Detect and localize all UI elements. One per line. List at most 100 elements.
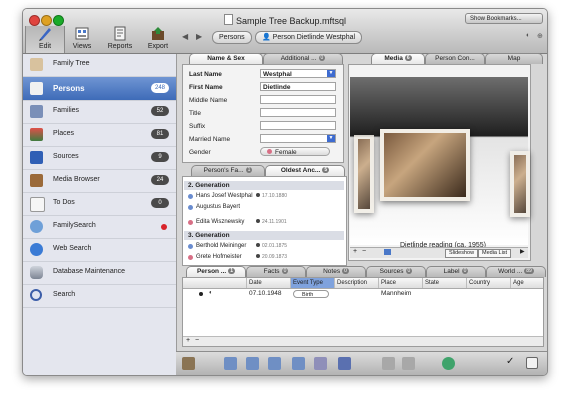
media-coverflow[interactable]: Dietlinde reading (ca. 1955) [350,77,530,249]
sidebar-item-database-maintenance[interactable]: Database Maintenance [23,262,176,285]
tab-facts[interactable]: Facts 0 [246,266,306,277]
tab-media[interactable]: Media 6 [371,53,425,64]
media-thumbnail[interactable] [354,135,374,213]
globe-icon [30,243,43,256]
birth-dot-icon [256,219,260,223]
male-icon [188,194,193,199]
tab-persons-family[interactable]: Person's Fa... 1 [191,165,265,176]
table-row[interactable]: ◐ 07.10.1948 Birth Mannheim [183,289,543,299]
search-family-icon[interactable] [402,357,415,370]
globe-icon[interactable] [442,357,455,370]
tab-notes[interactable]: Notes 0 [306,266,366,277]
last-name-field[interactable]: Westphal ▼ [260,69,336,78]
media-browser-icon [30,174,43,187]
row-action-icons[interactable] [183,278,247,288]
first-name-field[interactable]: Dietlinde [260,82,336,91]
chevron-down-icon[interactable]: ▼ [327,135,335,142]
sidebar-item-web-search[interactable]: Web Search [23,239,176,262]
column-header-age[interactable]: Age [511,278,543,288]
report-icon[interactable] [314,357,327,370]
married-name-label: Married Name [189,136,231,143]
suffix-field[interactable] [260,121,336,130]
tab-map[interactable]: Map [485,53,543,64]
chevron-right-icon[interactable]: ▶ [520,248,525,255]
column-header-description[interactable]: Description [335,278,379,288]
chevron-down-icon[interactable]: ▼ [327,70,335,77]
add-circle-icon[interactable]: ⊕ [537,32,543,40]
search-icon [30,289,42,301]
title-field[interactable] [260,108,336,117]
tab-sources[interactable]: Sources 0 [366,266,426,277]
column-header-date[interactable]: Date [247,278,291,288]
media-thumbnail[interactable] [510,151,530,217]
show-bookmarks-button[interactable]: Show Bookmarks... [465,13,543,24]
media-photo-selected[interactable] [380,129,470,201]
sidebar-item-media-browser[interactable]: Media Browser 24 [23,170,176,193]
tab-person-events[interactable]: Person ... 1 [186,266,246,277]
slideshow-button[interactable]: Slideshow [445,249,479,258]
ancestor-row[interactable]: Augustus Bayert [184,202,344,213]
column-header-country[interactable]: Country [467,278,511,288]
column-header-place[interactable]: Place [379,278,423,288]
column-header-event-type[interactable]: Event Type [291,278,335,288]
tab-additional[interactable]: Additional ... 0 [263,53,343,64]
media-count-badge: 24 [151,175,169,185]
toolbar-export-button[interactable]: Export [139,26,177,53]
alert-dot-icon [161,224,167,230]
sidebar-item-families[interactable]: Families 52 [23,101,176,124]
persons-group-icon[interactable] [338,357,351,370]
ancestor-row[interactable]: Berthold Meininger 02.01.1875 [184,241,344,252]
forward-arrow-icon[interactable]: ▶ [196,32,202,41]
ancestor-row[interactable]: Edita Wisznewsky 24.11.1901 [184,217,344,228]
media-toolbar: + − Slideshow Media List ▶ [350,247,528,258]
gender-select[interactable]: Female [260,147,330,156]
monitor-icon[interactable] [384,249,391,255]
column-header-state[interactable]: State [423,278,467,288]
breadcrumb-persons[interactable]: Persons [212,31,252,44]
descendant-chart-icon[interactable] [268,357,281,370]
tab-oldest-ancestors[interactable]: Oldest Anc... 5 [265,165,345,176]
sidebar-item-persons[interactable]: Persons 248 [23,77,176,101]
add-media-button[interactable]: + [353,248,357,255]
remove-media-button[interactable]: − [362,248,366,255]
person-photo-icon[interactable] [182,357,195,370]
sidebar-item-search[interactable]: Search [23,285,176,308]
family-chart-icon[interactable] [246,357,259,370]
tab-world-history[interactable]: World ... 89 [486,266,546,277]
sidebar-item-familysearch[interactable]: FamilySearch [23,216,176,239]
toolbar-reports-button[interactable]: Reports [101,26,139,53]
birth-dot-icon [256,254,260,258]
app-window: Sample Tree Backup.mftsql Show Bookmarks… [22,8,548,376]
sidebar-item-family-tree[interactable]: Family Tree [23,54,176,77]
media-list-button[interactable]: Media List [478,249,512,258]
ancestor-row[interactable]: Grete Hofmeister 20.09.1873 [184,252,344,263]
tab-label[interactable]: Label 0 [426,266,486,277]
fullscreen-icon[interactable] [526,357,538,369]
search-person-icon[interactable] [382,357,395,370]
add-event-button[interactable]: + [186,337,190,344]
tab-person-connections[interactable]: Person Con... [425,53,485,64]
back-arrow-icon[interactable]: ◀ [182,32,188,41]
tab-name-sex[interactable]: Name & Sex [189,53,263,64]
tree-chart-icon[interactable] [224,357,237,370]
ancestor-row[interactable]: Hans Josef Westphal 17.10.1880 [184,191,344,202]
middle-name-field[interactable] [260,95,336,104]
married-name-field[interactable]: ▼ [260,134,336,143]
settings-circle-icon[interactable]: ◐ [526,32,530,39]
edit-circle-icon[interactable]: ◐ [209,290,213,296]
sidebar-item-to-dos[interactable]: To Dos 0 [23,193,176,216]
name-sex-panel: Last Name Westphal ▼ First Name Dietlinde… [182,64,344,163]
birth-dot-icon [199,292,203,296]
remove-event-button[interactable]: − [195,337,199,344]
toolbar-edit-button[interactable]: Edit [25,26,65,53]
sidebar-item-sources[interactable]: Sources 9 [23,147,176,170]
toolbar-views-button[interactable]: Views [63,26,101,53]
event-type-select[interactable]: Birth [293,290,329,298]
places-icon [30,128,43,141]
birth-dot-icon [256,243,260,247]
hourglass-chart-icon[interactable] [292,357,305,370]
checkmark-icon[interactable]: ✓ [506,356,514,367]
breadcrumb-current-person[interactable]: 👤 Person Dietlinde Westphal [255,31,363,44]
sidebar-item-places[interactable]: Places 81 [23,124,176,147]
male-icon [188,205,193,210]
